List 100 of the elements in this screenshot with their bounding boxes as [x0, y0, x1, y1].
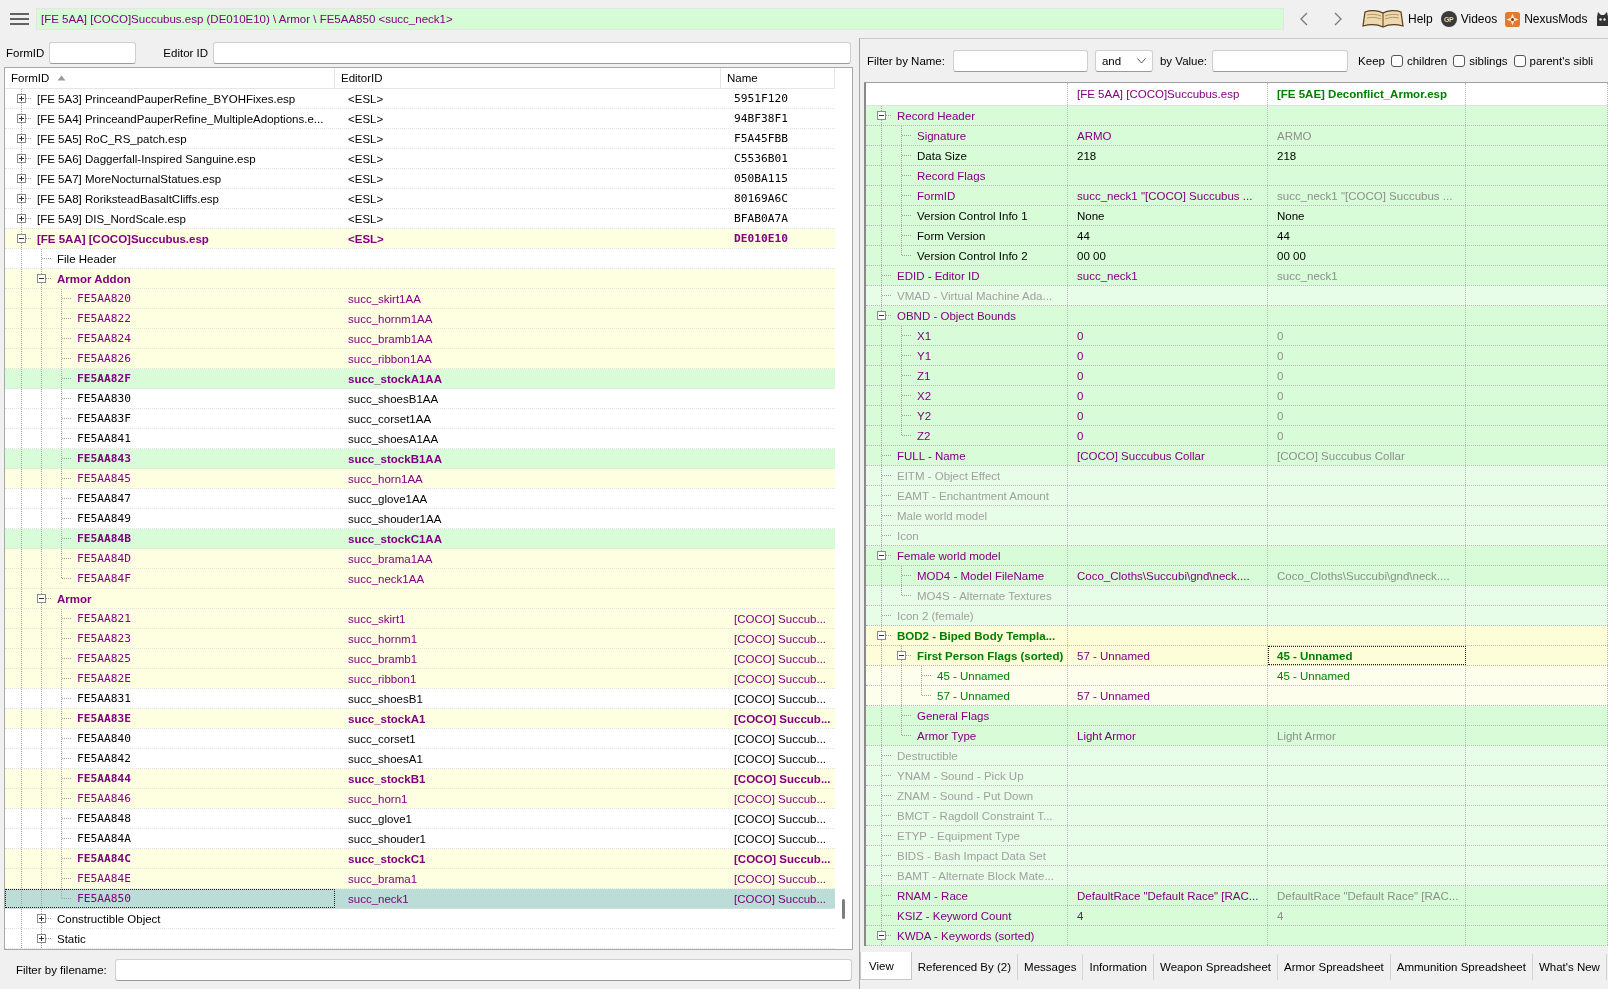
tree-row[interactable]: [FE 5A8] RoriksteadBasaltCliffs.esp <ESL> 80169A6C [5, 189, 835, 209]
record-row[interactable]: MOD4 - Model FileName Coco_Cloths\Succubi\gnd\neck.... Coco_Cloths\Succubi\gnd\neck.... [866, 566, 1608, 586]
tree-row[interactable]: FE5AA822 succ_hornm1AA [5, 309, 835, 329]
record-row[interactable]: Data Size 218 218 [866, 146, 1608, 166]
tree-row[interactable]: FE5AA84E succ_brama1 [COCO] Succub... [5, 869, 835, 889]
checkbox[interactable] [1390, 54, 1403, 67]
value-cell[interactable]: 45 - Unnamed [1268, 666, 1466, 685]
tree-row[interactable]: FE5AA841 succ_shoesA1AA [5, 429, 835, 449]
record-row[interactable]: OBND - Object Bounds [866, 306, 1608, 326]
record-row[interactable]: Form Version 44 44 [866, 226, 1608, 246]
record-row[interactable]: Y2 0 0 [866, 406, 1608, 426]
tree-row[interactable]: [FE 5A7] MoreNocturnalStatues.esp <ESL> 050BA115 [5, 169, 835, 189]
tree-row[interactable]: FE5AA846 succ_horn1 [COCO] Succub... [5, 789, 835, 809]
tree-row[interactable]: [FE 5AA] [COCO]Succubus.esp <ESL> DE010E10 [5, 229, 835, 249]
record-row[interactable]: X1 0 0 [866, 326, 1608, 346]
path-field[interactable]: [FE 5AA] [COCO]Succubus.esp (DE010E10) \ Armor \ FE5AA850 <succ_neck1> [36, 8, 1284, 30]
tree-row[interactable]: FE5AA821 succ_skirt1 [COCO] Succub... [5, 609, 835, 629]
tree-row[interactable]: Static [5, 929, 835, 949]
value-cell[interactable]: 218 [1068, 146, 1268, 165]
value-cell[interactable]: None [1268, 206, 1466, 225]
tree-row[interactable]: FE5AA843 succ_stockB1AA [5, 449, 835, 469]
value-cell[interactable]: 0 [1068, 346, 1268, 365]
tree-row[interactable]: FE5AA845 succ_horn1AA [5, 469, 835, 489]
tab[interactable]: Messages [1018, 954, 1084, 980]
toolbar-link[interactable]: NexusMods [1505, 11, 1588, 27]
tree-row[interactable]: FE5AA82F succ_stockA1AA [5, 369, 835, 389]
tree-row[interactable]: FE5AA848 succ_glove1 [COCO] Succub... [5, 809, 835, 829]
filter-field[interactable] [213, 41, 852, 64]
tab[interactable]: Information [1083, 954, 1154, 980]
value-cell[interactable]: 00 00 [1268, 246, 1466, 265]
tree-row[interactable]: [FE 5A5] RoC_RS_patch.esp <ESL> F5A45FBB [5, 129, 835, 149]
tree-row[interactable]: FE5AA849 succ_shouder1AA [5, 509, 835, 529]
filter-field[interactable] [114, 958, 852, 981]
tree-row[interactable]: FE5AA823 succ_hornm1 [COCO] Succub... [5, 629, 835, 649]
value-cell[interactable]: 0 [1068, 366, 1268, 385]
cat-icon[interactable] [1595, 11, 1608, 27]
tab[interactable]: Ammunition Spreadsheet [1390, 954, 1533, 980]
plus-box-icon[interactable] [36, 914, 46, 923]
filter-field[interactable] [49, 41, 137, 64]
chevron-left-icon[interactable] [1300, 12, 1308, 26]
record-row[interactable]: Version Control Info 1 None None [866, 206, 1608, 226]
tree-row[interactable]: FE5AA847 succ_glove1AA [5, 489, 835, 509]
record-row[interactable]: Z2 0 0 [866, 426, 1608, 446]
tab[interactable]: View [860, 952, 912, 980]
value-cell[interactable]: succ_neck1 [1068, 266, 1268, 285]
operator-dropdown[interactable]: and [1094, 49, 1153, 72]
minus-box-icon[interactable] [876, 311, 886, 320]
record-row[interactable]: KSIZ - Keyword Count 4 4 [866, 906, 1608, 926]
value-cell[interactable]: 0 [1068, 426, 1268, 445]
toolbar-link[interactable]: Help [1362, 9, 1433, 29]
chevron-right-icon[interactable] [1334, 12, 1342, 26]
record-row[interactable]: 45 - Unnamed 45 - Unnamed [866, 666, 1608, 686]
value-cell[interactable]: 57 - Unnamed [1068, 646, 1268, 665]
value-cell[interactable]: 45 - Unnamed [1268, 646, 1466, 665]
minus-box-icon[interactable] [876, 551, 886, 560]
tree-row[interactable]: FE5AA825 succ_bramb1 [COCO] Succub... [5, 649, 835, 669]
tab[interactable]: What's New [1532, 954, 1607, 980]
tree-row[interactable]: FE5AA83F succ_corset1AA [5, 409, 835, 429]
value-cell[interactable]: 44 [1268, 226, 1466, 245]
tree-row[interactable]: FE5AA83E succ_stockA1 [COCO] Succub... [5, 709, 835, 729]
tree-row[interactable]: FE5AA831 succ_shoesB1 [COCO] Succub... [5, 689, 835, 709]
checkbox-label[interactable]: parent's sibli [1529, 54, 1594, 67]
filter-field[interactable] [952, 49, 1088, 72]
tree-row[interactable]: File Header [5, 249, 835, 269]
tree-row[interactable]: [FE 5A6] Daggerfall-Inspired Sanguine.esp <ESL> C5536B01 [5, 149, 835, 169]
plus-box-icon[interactable] [16, 94, 26, 103]
record-row[interactable]: Y1 0 0 [866, 346, 1608, 366]
record-row[interactable]: First Person Flags (sorted) 57 - Unnamed 45 - Unnamed [866, 646, 1608, 666]
scroll-thumb[interactable] [842, 899, 845, 919]
plus-box-icon[interactable] [16, 114, 26, 123]
record-row[interactable]: 57 - Unnamed 57 - Unnamed [866, 686, 1608, 706]
record-row[interactable]: KWDA - Keywords (sorted) [866, 926, 1608, 946]
value-cell[interactable]: DefaultRace "Default Race" [RAC... [1068, 886, 1268, 905]
value-cell[interactable]: ARMO [1068, 126, 1268, 145]
tree-row[interactable]: [FE 5A4] PrinceandPauperRefine_MultipleAdoptions.e... <ESL> 94BF38F1 [5, 109, 835, 129]
minus-box-icon[interactable] [876, 931, 886, 940]
tree-row[interactable]: FE5AA830 succ_shoesB1AA [5, 389, 835, 409]
value-cell[interactable]: 57 - Unnamed [1068, 686, 1268, 705]
plus-box-icon[interactable] [16, 174, 26, 183]
record-row[interactable]: Version Control Info 2 00 00 00 00 [866, 246, 1608, 266]
column-header[interactable]: Name [721, 68, 835, 88]
tree-row[interactable]: [FE 5A3] PrinceandPauperRefine_BYOHFixes.esp <ESL> 5951F120 [5, 89, 835, 109]
value-cell[interactable]: 218 [1268, 146, 1466, 165]
plus-box-icon[interactable] [36, 934, 46, 943]
value-cell[interactable]: 0 [1068, 386, 1268, 405]
filter-field[interactable] [1212, 49, 1349, 72]
plus-box-icon[interactable] [16, 154, 26, 163]
record-row[interactable]: FormID succ_neck1 "[COCO] Succubus ... succ_neck1 "[COCO] Succubus ... [866, 186, 1608, 206]
record-row[interactable]: Record Header [866, 106, 1608, 126]
plus-box-icon[interactable] [16, 134, 26, 143]
tree-row[interactable]: FE5AA84B succ_stockC1AA [5, 529, 835, 549]
value-cell[interactable]: 4 [1068, 906, 1268, 925]
minus-box-icon[interactable] [896, 651, 906, 660]
tree-row[interactable]: FE5AA824 succ_bramb1AA [5, 329, 835, 349]
record-row[interactable]: FULL - Name [COCO] Succubus Collar [COCO] Succubus Collar [866, 446, 1608, 466]
minus-box-icon[interactable] [876, 631, 886, 640]
record-row[interactable]: RNAM - Race DefaultRace "Default Race" [RAC... DefaultRace "Default Race" [RAC... [866, 886, 1608, 906]
value-cell[interactable]: 00 00 [1068, 246, 1268, 265]
record-row[interactable]: Record Flags [866, 166, 1608, 186]
tab[interactable]: Weapon Spreadsheet [1154, 954, 1279, 980]
